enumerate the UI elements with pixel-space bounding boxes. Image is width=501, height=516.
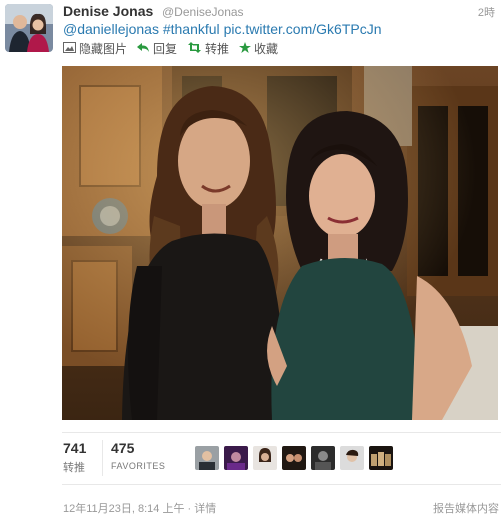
details-link[interactable]: 详情 xyxy=(194,503,216,515)
favoriter-avatar[interactable] xyxy=(195,446,219,470)
author-avatar-image xyxy=(5,4,53,52)
retweet-label: 转推 xyxy=(205,42,230,56)
stats-top-divider xyxy=(62,432,501,433)
hashtag-link[interactable]: #thankful xyxy=(163,21,220,37)
favorites-count: 475 xyxy=(111,440,135,456)
hide-media-label: 隐藏图片 xyxy=(79,42,128,56)
reply-button[interactable]: 回复 xyxy=(137,40,177,57)
retweet-button[interactable]: 转推 xyxy=(187,40,229,57)
favoriter-avatar[interactable] xyxy=(253,446,277,470)
tweet-text: @daniellejonas #thankful pic.twitter.com… xyxy=(63,21,382,37)
report-media-link[interactable]: 报告媒体内容 xyxy=(433,500,499,516)
photo-icon xyxy=(63,41,76,56)
mention-link[interactable]: @daniellejonas xyxy=(63,21,159,37)
favorites-count-label: FAVORITES xyxy=(111,461,166,471)
favoriter-avatar[interactable] xyxy=(282,446,306,470)
favoriter-avatar[interactable] xyxy=(340,446,364,470)
author-name[interactable]: Denise Jonas xyxy=(63,3,153,19)
favoriter-avatar[interactable] xyxy=(369,446,393,470)
hide-media-button[interactable]: 隐藏图片 xyxy=(63,40,127,57)
author-avatar[interactable] xyxy=(5,4,53,52)
tweet-photo[interactable] xyxy=(62,66,498,420)
favoriter-avatars xyxy=(195,446,393,470)
favorites-stat[interactable]: 475 FAVORITES xyxy=(111,440,165,471)
author-handle[interactable]: @DeniseJonas xyxy=(162,5,244,19)
tweet-photo-image xyxy=(62,66,498,420)
favorite-button[interactable]: 收藏 xyxy=(239,40,278,57)
tweet-time[interactable]: 2時 xyxy=(478,4,495,20)
stats-separator xyxy=(102,440,103,476)
media-link[interactable]: pic.twitter.com/Gk6TPcJn xyxy=(224,21,382,37)
stats-bottom-divider xyxy=(62,484,501,485)
reply-arrow-icon xyxy=(137,42,150,56)
star-icon xyxy=(239,41,252,56)
retweet-count-label: 转推 xyxy=(63,462,85,474)
retweet-count: 741 xyxy=(63,440,87,456)
reply-label: 回复 xyxy=(153,42,178,56)
tweet-date[interactable]: 12年11月23日, 8:14 上午 xyxy=(63,503,184,515)
favorite-label: 收藏 xyxy=(254,42,279,56)
favoriter-avatar[interactable] xyxy=(311,446,335,470)
retweet-icon xyxy=(187,41,202,56)
retweet-stat[interactable]: 741 转推 xyxy=(63,440,86,475)
footer-separator: · xyxy=(187,503,192,515)
tweet-actions: 隐藏图片 回复 转推 收藏 xyxy=(63,40,278,57)
tweet-timestamp: 12年11月23日, 8:14 上午 · 详情 xyxy=(63,500,216,516)
favoriter-avatar[interactable] xyxy=(224,446,248,470)
